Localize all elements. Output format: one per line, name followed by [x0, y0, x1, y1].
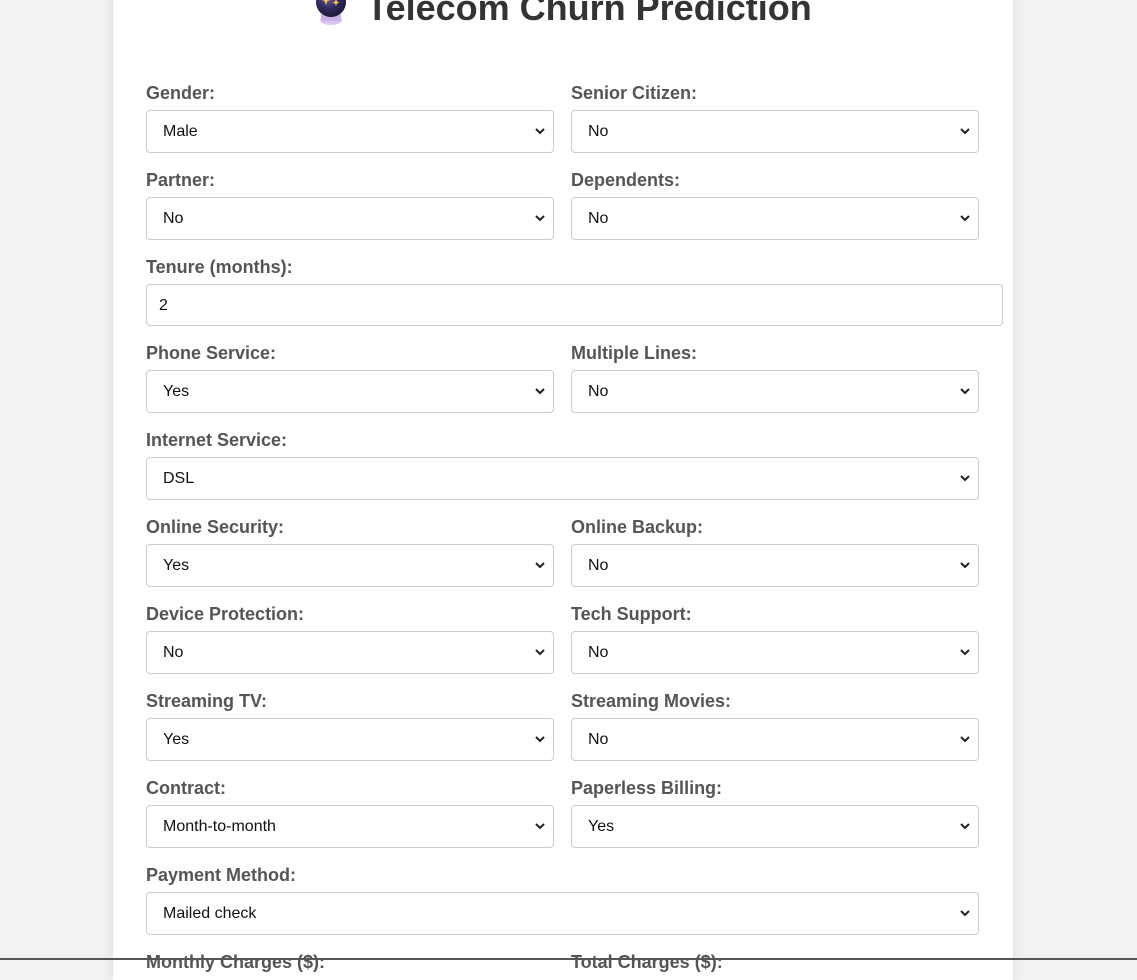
- streaming-movies-select[interactable]: No: [571, 718, 979, 761]
- payment-method-value: Mailed check: [163, 905, 257, 922]
- internet-service-label: Internet Service:: [146, 430, 288, 450]
- internet-service-field: Internet Service: DSL: [146, 429, 979, 500]
- phone-service-field: Phone Service: Yes: [146, 342, 554, 413]
- chevron-down-icon: [535, 823, 545, 830]
- internet-service-select[interactable]: DSL: [146, 457, 979, 500]
- tenure-label: Tenure (months):: [146, 257, 293, 277]
- gender-label: Gender:: [146, 83, 216, 103]
- total-charges-label: Total Charges ($):: [571, 952, 723, 972]
- online-security-value: Yes: [163, 557, 190, 574]
- chevron-down-icon: [535, 562, 545, 569]
- dependents-value: No: [588, 210, 609, 227]
- partner-select[interactable]: No: [146, 197, 554, 240]
- paperless-billing-field: Paperless Billing: Yes: [571, 777, 979, 848]
- tenure-input[interactable]: 2: [146, 284, 1003, 326]
- senior-citizen-field: Senior Citizen: No: [571, 82, 979, 153]
- online-backup-field: Online Backup: No: [571, 516, 979, 587]
- chevron-down-icon: [535, 649, 545, 656]
- page-title-text: Telecom Churn Prediction: [366, 0, 812, 28]
- device-protection-value: No: [163, 644, 184, 661]
- chevron-down-icon: [535, 736, 545, 743]
- contract-select[interactable]: Month-to-month: [146, 805, 554, 848]
- tech-support-label: Tech Support:: [571, 604, 692, 624]
- payment-method-field: Payment Method: Mailed check: [146, 864, 979, 935]
- gender-select[interactable]: Male: [146, 110, 554, 153]
- monthly-charges-field: Monthly Charges ($):: [146, 951, 554, 973]
- online-backup-value: No: [588, 557, 609, 574]
- monthly-charges-label: Monthly Charges ($):: [146, 952, 326, 972]
- multiple-lines-select[interactable]: No: [571, 370, 979, 413]
- streaming-tv-value: Yes: [163, 731, 190, 748]
- dependents-field: Dependents: No: [571, 169, 979, 240]
- dependents-label: Dependents:: [571, 170, 681, 190]
- internet-service-value: DSL: [163, 470, 195, 487]
- partner-value: No: [163, 210, 184, 227]
- multiple-lines-field: Multiple Lines: No: [571, 342, 979, 413]
- streaming-tv-select[interactable]: Yes: [146, 718, 554, 761]
- streaming-movies-field: Streaming Movies: No: [571, 690, 979, 761]
- payment-method-select[interactable]: Mailed check: [146, 892, 979, 935]
- chevron-down-icon: [535, 388, 545, 395]
- tenure-value: 2: [159, 297, 168, 314]
- chevron-down-icon: [960, 562, 970, 569]
- device-protection-label: Device Protection:: [146, 604, 305, 624]
- chevron-down-icon: [960, 736, 970, 743]
- device-protection-field: Device Protection: No: [146, 603, 554, 674]
- tech-support-field: Tech Support: No: [571, 603, 979, 674]
- chevron-down-icon: [960, 475, 970, 482]
- partner-field: Partner: No: [146, 169, 554, 240]
- chevron-down-icon: [960, 215, 970, 222]
- tech-support-select[interactable]: No: [571, 631, 979, 674]
- senior-citizen-select[interactable]: No: [571, 110, 979, 153]
- multiple-lines-value: No: [588, 383, 609, 400]
- gender-field: Gender: Male: [146, 82, 554, 153]
- phone-service-label: Phone Service:: [146, 343, 277, 363]
- streaming-movies-label: Streaming Movies:: [571, 691, 732, 711]
- payment-method-label: Payment Method:: [146, 865, 297, 885]
- total-charges-field: Total Charges ($):: [571, 951, 979, 973]
- streaming-movies-value: No: [588, 731, 609, 748]
- device-protection-select[interactable]: No: [146, 631, 554, 674]
- dependents-select[interactable]: No: [571, 197, 979, 240]
- page-title: Telecom Churn Prediction: [113, 0, 1013, 29]
- streaming-tv-label: Streaming TV:: [146, 691, 268, 711]
- chevron-down-icon: [535, 128, 545, 135]
- gender-value: Male: [163, 123, 198, 140]
- paperless-billing-value: Yes: [588, 818, 615, 835]
- online-security-select[interactable]: Yes: [146, 544, 554, 587]
- chevron-down-icon: [960, 823, 970, 830]
- crystal-ball-icon: [316, 0, 347, 25]
- streaming-tv-field: Streaming TV: Yes: [146, 690, 554, 761]
- contract-value: Month-to-month: [163, 818, 276, 835]
- chevron-down-icon: [960, 388, 970, 395]
- multiple-lines-label: Multiple Lines:: [571, 343, 697, 363]
- online-backup-select[interactable]: No: [571, 544, 979, 587]
- phone-service-select[interactable]: Yes: [146, 370, 554, 413]
- tech-support-value: No: [588, 644, 609, 661]
- tenure-field: Tenure (months): 2: [146, 256, 1003, 326]
- senior-citizen-label: Senior Citizen:: [571, 83, 698, 103]
- paperless-billing-select[interactable]: Yes: [571, 805, 979, 848]
- paperless-billing-label: Paperless Billing:: [571, 778, 723, 798]
- online-backup-label: Online Backup:: [571, 517, 704, 537]
- chevron-down-icon: [960, 649, 970, 656]
- senior-citizen-value: No: [588, 123, 609, 140]
- online-security-field: Online Security: Yes: [146, 516, 554, 587]
- phone-service-value: Yes: [163, 383, 190, 400]
- contract-label: Contract:: [146, 778, 226, 798]
- chevron-down-icon: [960, 910, 970, 917]
- partner-label: Partner:: [146, 170, 216, 190]
- chevron-down-icon: [535, 215, 545, 222]
- form-card: Telecom Churn Prediction Gender: Male Se…: [113, 0, 1013, 980]
- online-security-label: Online Security:: [146, 517, 285, 537]
- contract-field: Contract: Month-to-month: [146, 777, 554, 848]
- chevron-down-icon: [960, 128, 970, 135]
